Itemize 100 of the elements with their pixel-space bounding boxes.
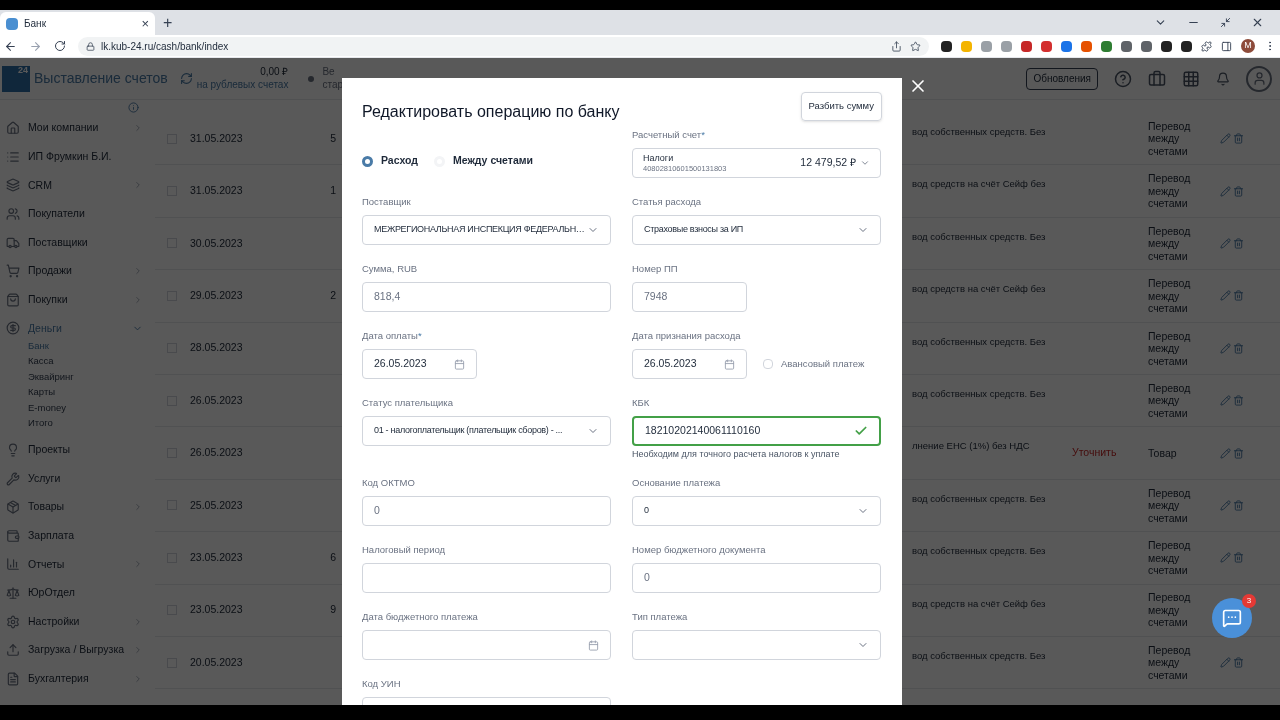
amount-cell-text: 2 [330, 288, 336, 303]
edit-icon[interactable] [1220, 237, 1231, 249]
logo[interactable]: 24 [2, 65, 30, 92]
edit-icon[interactable] [1220, 395, 1231, 407]
menu-item-icon [6, 471, 20, 486]
chat-badge: 3 [1242, 594, 1256, 608]
status-link[interactable]: Уточнить [1072, 446, 1117, 459]
field-label: Дата бюджетного платежа [362, 611, 479, 623]
sidebar-item[interactable]: Отчеты [6, 550, 155, 579]
sidebar-item[interactable]: Бухгалтерия [6, 664, 155, 694]
select-field[interactable]: 01 - налогоплательщик (плательщик сборов) - ... [362, 416, 611, 446]
profile-avatar[interactable]: M [1241, 39, 1255, 53]
sidebar-item[interactable]: Мои компании [6, 114, 155, 143]
select-field[interactable]: МЕЖРЕГИОНАЛЬНАЯ ИНСПЕКЦИЯ ФЕДЕРАЛЬН… [362, 215, 611, 245]
delete-icon[interactable] [1233, 133, 1244, 145]
edit-icon[interactable] [1220, 290, 1231, 302]
edit-icon[interactable] [1220, 447, 1231, 459]
sidebar-item[interactable]: CRM [6, 171, 155, 200]
extension-icon[interactable] [1141, 40, 1152, 52]
delete-icon[interactable] [1233, 342, 1244, 354]
select-field[interactable] [632, 630, 881, 660]
radio-label[interactable]: Между счетами [452, 153, 533, 169]
input-field[interactable]: 0 [362, 496, 611, 526]
sidebar-item[interactable]: Зарплата [6, 521, 155, 551]
sidebar-subitem[interactable]: E-money [28, 400, 155, 417]
sidebar-item[interactable]: ЮрОтдел [6, 578, 155, 608]
input-field[interactable]: 0 [632, 563, 881, 593]
edit-icon[interactable] [1220, 342, 1231, 354]
sidebar-subitem[interactable]: Карты [28, 385, 155, 401]
delete-icon[interactable] [1233, 552, 1244, 564]
date-cell-text: 31.05.2023 [190, 183, 244, 199]
edit-icon[interactable] [1220, 185, 1231, 197]
extensions-icon[interactable] [1201, 40, 1212, 52]
forward-icon[interactable] [29, 39, 42, 53]
user-avatar[interactable] [1246, 65, 1272, 92]
delete-icon[interactable] [1233, 657, 1244, 669]
sidebar-item[interactable]: ИП Фрумкин Б.И. [6, 142, 155, 172]
sidebar-subitem[interactable]: Касса [28, 354, 155, 370]
restore-icon[interactable] [1220, 17, 1231, 28]
date-cell-text: 23.05.2023 [190, 602, 244, 618]
bookmark-icon[interactable] [910, 40, 921, 52]
browser-tab[interactable]: Банк × [0, 12, 155, 35]
briefcase-icon[interactable] [1148, 69, 1166, 88]
bell-icon[interactable] [1216, 71, 1230, 86]
edit-icon[interactable] [1220, 133, 1231, 145]
input-field[interactable]: 18210202140061110160 [632, 416, 881, 446]
type-cell-text: Перевод между счетами [1148, 486, 1192, 525]
select-field[interactable]: Страховые взносы за ИП [632, 215, 881, 245]
help-icon[interactable] [1114, 69, 1132, 88]
sidebar-item[interactable]: Продажи [6, 256, 155, 286]
date-field[interactable]: 26.05.2023 [632, 349, 747, 379]
delete-icon[interactable] [1233, 237, 1244, 249]
close-icon[interactable] [1251, 16, 1264, 29]
sidebar-item[interactable]: Настройки [6, 607, 155, 636]
sidebar-subitem[interactable]: Эквайринг [28, 369, 155, 386]
extension-icon[interactable] [1121, 40, 1132, 52]
info-icon[interactable] [128, 102, 139, 113]
date-field[interactable] [362, 630, 611, 660]
delete-icon[interactable] [1233, 290, 1244, 302]
delete-icon[interactable] [1233, 395, 1244, 407]
edit-icon[interactable] [1220, 499, 1231, 511]
share-icon[interactable] [891, 40, 902, 52]
extension-icon[interactable] [1181, 40, 1192, 52]
back-icon[interactable] [4, 39, 17, 53]
delete-icon[interactable] [1233, 185, 1244, 197]
checkbox[interactable] [763, 359, 773, 369]
date-field[interactable]: 26.05.2023 [362, 349, 477, 379]
sidebar-item[interactable]: Загрузка / Выгрузка [6, 635, 155, 665]
new-tab-button[interactable]: + [163, 15, 173, 31]
input-field[interactable]: 818,4 [362, 282, 611, 312]
address-bar[interactable]: lk.kub-24.ru/cash/bank/index [78, 36, 929, 56]
input-field[interactable] [362, 563, 611, 593]
sidebar-subitem[interactable]: Итого [28, 416, 155, 432]
date-cell-text: 29.05.2023 [190, 288, 244, 303]
sidebar-item[interactable]: Товары [6, 492, 155, 522]
sidebar-item[interactable]: Покупатели [6, 199, 155, 229]
checkbox-label: Авансовый платеж [781, 356, 865, 371]
sidebar-item[interactable]: Покупки [6, 285, 155, 315]
radio-label[interactable]: Расход [381, 153, 418, 169]
refresh-icon[interactable] [179, 72, 193, 85]
sidebar-item[interactable]: Услуги [6, 464, 155, 493]
updates-button[interactable]: Обновления [1026, 67, 1098, 90]
select-field[interactable]: 0 [632, 496, 881, 526]
sidebar-item[interactable]: Проекты [6, 435, 155, 465]
tab-close-button[interactable]: × [141, 17, 149, 30]
reload-icon[interactable] [54, 40, 66, 52]
radio-button[interactable] [362, 155, 373, 167]
menu-item-icon [6, 235, 20, 250]
sidebar-item[interactable]: Поставщики [6, 228, 155, 257]
delete-icon[interactable] [1233, 499, 1244, 511]
apps-grid-icon[interactable] [1182, 69, 1200, 88]
edit-icon[interactable] [1220, 552, 1231, 564]
edit-icon[interactable] [1220, 657, 1231, 669]
extension-icon[interactable] [941, 40, 952, 52]
amount-cell-text: 5 [330, 130, 336, 146]
input-field[interactable]: 7948 [632, 282, 747, 312]
split-amount-button[interactable]: Разбить сумму [800, 92, 882, 121]
delete-icon[interactable] [1233, 447, 1244, 459]
side-panel-icon[interactable] [1221, 40, 1232, 52]
extension-icon[interactable] [1161, 40, 1172, 52]
